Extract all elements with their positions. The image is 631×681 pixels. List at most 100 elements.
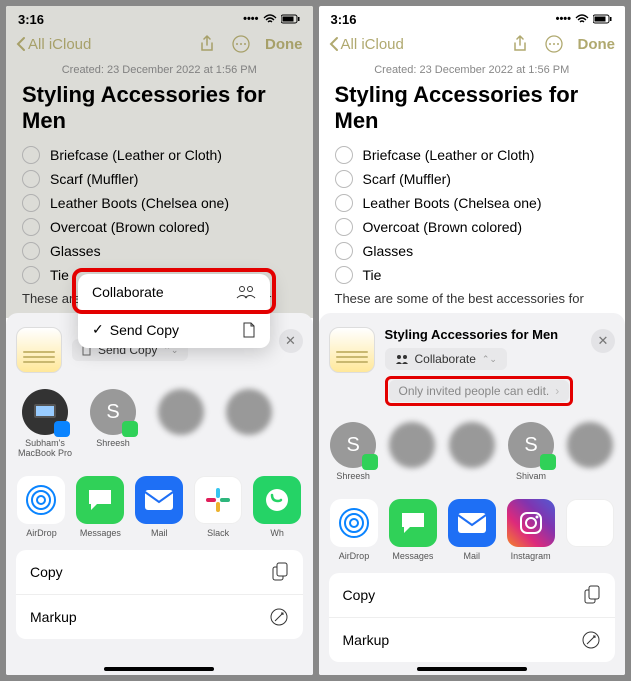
contact-item[interactable] (388, 422, 437, 481)
checkbox-icon[interactable] (22, 218, 40, 236)
check-item[interactable]: Briefcase (Leather or Cloth) (335, 143, 610, 167)
check-item[interactable]: Scarf (Muffler) (335, 167, 610, 191)
check-item[interactable]: Leather Boots (Chelsea one) (335, 191, 610, 215)
app-label: Mail (464, 551, 481, 561)
avatar (389, 422, 435, 468)
app-slack[interactable]: Slack (193, 476, 244, 538)
check-item[interactable]: Tie (335, 263, 610, 287)
home-indicator[interactable] (104, 667, 214, 671)
share-icon[interactable] (510, 34, 530, 54)
nav-bar: All iCloud Done (6, 28, 313, 60)
checkbox-icon[interactable] (335, 266, 353, 284)
popover-send-copy[interactable]: ✓Send Copy (78, 311, 270, 348)
slack-icon (194, 476, 242, 524)
airdrop-icon (17, 476, 65, 524)
checkbox-icon[interactable] (335, 146, 353, 164)
status-bar: 3:16 •••• (6, 6, 313, 28)
app-airdrop[interactable]: AirDrop (329, 499, 380, 561)
popover-collaborate[interactable]: Collaborate (78, 274, 270, 311)
app-label: Wh (270, 528, 284, 538)
back-button[interactable]: All iCloud (16, 36, 91, 53)
whatsapp-icon (253, 476, 301, 524)
checklist: Briefcase (Leather or Cloth) Scarf (Muff… (6, 143, 313, 287)
chevron-left-icon (16, 36, 26, 52)
people-icon (395, 354, 409, 364)
action-markup[interactable]: Markup (329, 618, 616, 662)
checkbox-icon[interactable] (22, 266, 40, 284)
note-title: Styling Accessories for Men (319, 80, 626, 143)
app-messages[interactable]: Messages (75, 476, 126, 538)
action-copy[interactable]: Copy (16, 550, 303, 595)
note-title: Styling Accessories for Men (6, 80, 313, 143)
checkbox-icon[interactable] (335, 218, 353, 236)
chevron-updown-icon: ⌃⌄ (482, 354, 497, 365)
avatar (158, 389, 204, 435)
mail-icon (135, 476, 183, 524)
done-button[interactable]: Done (578, 36, 616, 53)
checkbox-icon[interactable] (335, 242, 353, 260)
markup-icon (581, 630, 601, 650)
action-copy[interactable]: Copy (329, 573, 616, 618)
contact-item[interactable]: S Shreesh (84, 389, 142, 458)
checkbox-icon[interactable] (22, 146, 40, 164)
share-icon[interactable] (197, 34, 217, 54)
app-whatsapp[interactable]: Wh (252, 476, 303, 538)
back-label: All iCloud (341, 36, 404, 53)
checkbox-icon[interactable] (22, 170, 40, 188)
checkbox-icon[interactable] (22, 194, 40, 212)
app-mail[interactable]: Mail (134, 476, 185, 538)
check-item[interactable]: Glasses (22, 239, 297, 263)
check-item[interactable]: Overcoat (Brown colored) (22, 215, 297, 239)
app-airdrop[interactable]: AirDrop (16, 476, 67, 538)
app-messages[interactable]: Messages (387, 499, 438, 561)
chevron-right-icon: › (555, 384, 559, 398)
contact-item[interactable] (566, 422, 615, 481)
done-button[interactable]: Done (265, 36, 303, 53)
contact-item[interactable] (220, 389, 278, 458)
avatar: S (90, 389, 136, 435)
app-label: Messages (80, 528, 121, 538)
contact-item[interactable]: SShreesh (329, 422, 378, 481)
close-button[interactable]: ✕ (591, 329, 615, 353)
app-label: Messages (392, 551, 433, 561)
checkbox-icon[interactable] (335, 194, 353, 212)
permission-pill[interactable]: Only invited people can edit. › (389, 380, 570, 402)
checkbox-icon[interactable] (335, 170, 353, 188)
status-bar: 3:16 •••• (319, 6, 626, 28)
highlight-permission: Only invited people can edit. › (385, 376, 574, 406)
check-item[interactable]: Scarf (Muffler) (22, 167, 297, 191)
sheet-title: Styling Accessories for Men (385, 327, 559, 342)
contact-item[interactable] (152, 389, 210, 458)
contact-item[interactable]: Subham's MacBook Pro (16, 389, 74, 458)
app-more[interactable] (564, 499, 615, 561)
home-indicator[interactable] (417, 667, 527, 671)
back-button[interactable]: All iCloud (329, 36, 404, 53)
more-icon[interactable] (544, 34, 564, 54)
apps-row: AirDrop Messages Mail Slack Wh (6, 466, 313, 546)
app-label: Slack (207, 528, 229, 538)
collaborate-pill[interactable]: Collaborate ⌃⌄ (385, 348, 507, 370)
close-button[interactable]: ✕ (279, 329, 303, 353)
app-instagram[interactable]: Instagram (505, 499, 556, 561)
contacts-row: Subham's MacBook Pro S Shreesh (6, 381, 313, 466)
contact-label: Shreesh (96, 438, 130, 448)
notes-app-icon (16, 327, 62, 373)
app-mail[interactable]: Mail (446, 499, 497, 561)
messages-icon (389, 499, 437, 547)
contact-item[interactable] (447, 422, 496, 481)
check-item[interactable]: Overcoat (Brown colored) (335, 215, 610, 239)
back-label: All iCloud (28, 36, 91, 53)
more-icon[interactable] (231, 34, 251, 54)
avatar (22, 389, 68, 435)
check-item[interactable]: Leather Boots (Chelsea one) (22, 191, 297, 215)
created-label: Created: 23 December 2022 at 1:56 PM (319, 60, 626, 80)
checkbox-icon[interactable] (22, 242, 40, 260)
check-item[interactable]: Glasses (335, 239, 610, 263)
app-label: Instagram (511, 551, 551, 561)
actions-list: Copy Markup (329, 573, 616, 662)
check-item[interactable]: Briefcase (Leather or Cloth) (22, 143, 297, 167)
action-markup[interactable]: Markup (16, 595, 303, 639)
copy-icon (271, 562, 289, 582)
document-icon (242, 322, 256, 338)
contact-item[interactable]: SShivam (506, 422, 555, 481)
